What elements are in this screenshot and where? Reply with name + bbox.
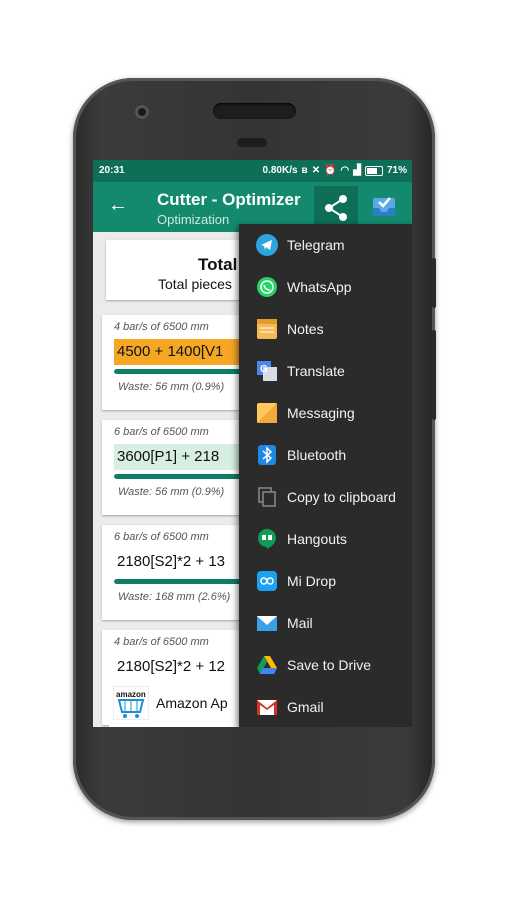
share-item-bluetooth[interactable]: Bluetooth	[239, 434, 412, 476]
share-item-label: Hangouts	[287, 531, 347, 547]
gmail-icon	[257, 700, 277, 715]
mute-icon: ✕	[311, 165, 321, 176]
whatsapp-icon	[257, 277, 277, 297]
waste-text: Waste: 168 mm (2.6%)	[118, 591, 231, 603]
share-item-label: Mail	[287, 615, 313, 631]
share-item-label: Copy to clipboard	[287, 489, 396, 505]
battery-percent: 71%	[386, 165, 407, 176]
share-item-label: Mi Drop	[287, 573, 337, 589]
wifi-icon: ◠	[340, 165, 350, 176]
bar-count: 4 bar/s of 6500 mm	[114, 321, 209, 333]
share-item-label: Notes	[287, 321, 324, 337]
ad-text: Amazon Ap	[156, 695, 228, 711]
share-item-label: Telegram	[287, 237, 345, 253]
drive-icon	[257, 656, 277, 674]
hangouts-icon	[258, 529, 276, 549]
waste-text: Waste: 56 mm (0.9%)	[118, 381, 225, 393]
amazon-logo-icon: amazon	[113, 686, 149, 720]
share-item-whatsapp[interactable]: WhatsApp	[239, 266, 412, 308]
share-item-mail[interactable]: Mail	[239, 602, 412, 644]
page-title: Cutter - Optimizer	[157, 190, 301, 209]
share-item-translate[interactable]: G Translate	[239, 350, 412, 392]
bluetooth-icon	[258, 445, 276, 465]
screen: 20:31 0.80K/s ʙ ✕ ⏰ ◠ ▟ 71% ← Cutter - O…	[93, 160, 412, 727]
share-item-label: WhatsApp	[287, 279, 352, 295]
telegram-icon	[256, 234, 278, 256]
share-item-drive[interactable]: Save to Drive	[239, 644, 412, 686]
messaging-icon	[257, 403, 277, 423]
status-time: 20:31	[99, 165, 125, 176]
proximity-sensor	[237, 138, 267, 147]
volume-button	[432, 330, 436, 420]
midrop-icon	[257, 571, 277, 591]
notes-icon	[257, 319, 277, 339]
inbox-check-icon[interactable]	[369, 192, 399, 222]
share-item-copy[interactable]: Copy to clipboard	[239, 476, 412, 518]
share-item-label: Save to Drive	[287, 657, 372, 673]
share-item-telegram[interactable]: Telegram	[239, 224, 412, 266]
earpiece-speaker	[213, 103, 296, 119]
bar-count: 6 bar/s of 6500 mm	[114, 426, 209, 438]
status-bar: 20:31 0.80K/s ʙ ✕ ⏰ ◠ ▟ 71%	[93, 160, 412, 182]
svg-text:amazon: amazon	[116, 690, 146, 699]
bluetooth-status-icon: ʙ	[301, 165, 308, 176]
share-item-notes[interactable]: Notes	[239, 308, 412, 350]
front-camera	[135, 105, 149, 119]
share-item-midrop[interactable]: Mi Drop	[239, 560, 412, 602]
share-item-hangouts[interactable]: Hangouts	[239, 518, 412, 560]
share-item-label: Bluetooth	[287, 447, 347, 463]
back-arrow-icon[interactable]: ←	[108, 194, 128, 217]
summary-pieces: Total pieces	[158, 276, 232, 292]
power-button	[432, 258, 436, 308]
battery-icon	[364, 165, 383, 176]
translate-icon: G	[257, 361, 277, 381]
share-item-label: Translate	[287, 363, 345, 379]
copy-icon	[258, 487, 276, 507]
bar-count: 6 bar/s of 6500 mm	[114, 531, 209, 543]
share-item-gmail[interactable]: Gmail	[239, 686, 412, 727]
share-item-label: Gmail	[287, 699, 324, 715]
status-icons: 0.80K/s ʙ ✕ ⏰ ◠ ▟ 71%	[263, 165, 407, 176]
waste-text: Waste: 56 mm (0.9%)	[118, 486, 225, 498]
bar-count: 4 bar/s of 6500 mm	[114, 636, 209, 648]
ad-banner[interactable]: amazon Amazon Ap	[109, 682, 249, 727]
svg-text:G: G	[260, 364, 268, 375]
net-speed: 0.80K/s	[262, 165, 298, 176]
share-item-label: Messaging	[287, 405, 355, 421]
summary-title: Total	[198, 255, 238, 274]
share-menu: Telegram WhatsApp Notes G Translate Mess…	[239, 224, 412, 727]
page-subtitle: Optimization	[157, 212, 230, 227]
share-item-messaging[interactable]: Messaging	[239, 392, 412, 434]
mail-icon	[257, 616, 277, 631]
signal-icon: ▟	[353, 165, 361, 176]
alarm-icon: ⏰	[324, 165, 337, 176]
